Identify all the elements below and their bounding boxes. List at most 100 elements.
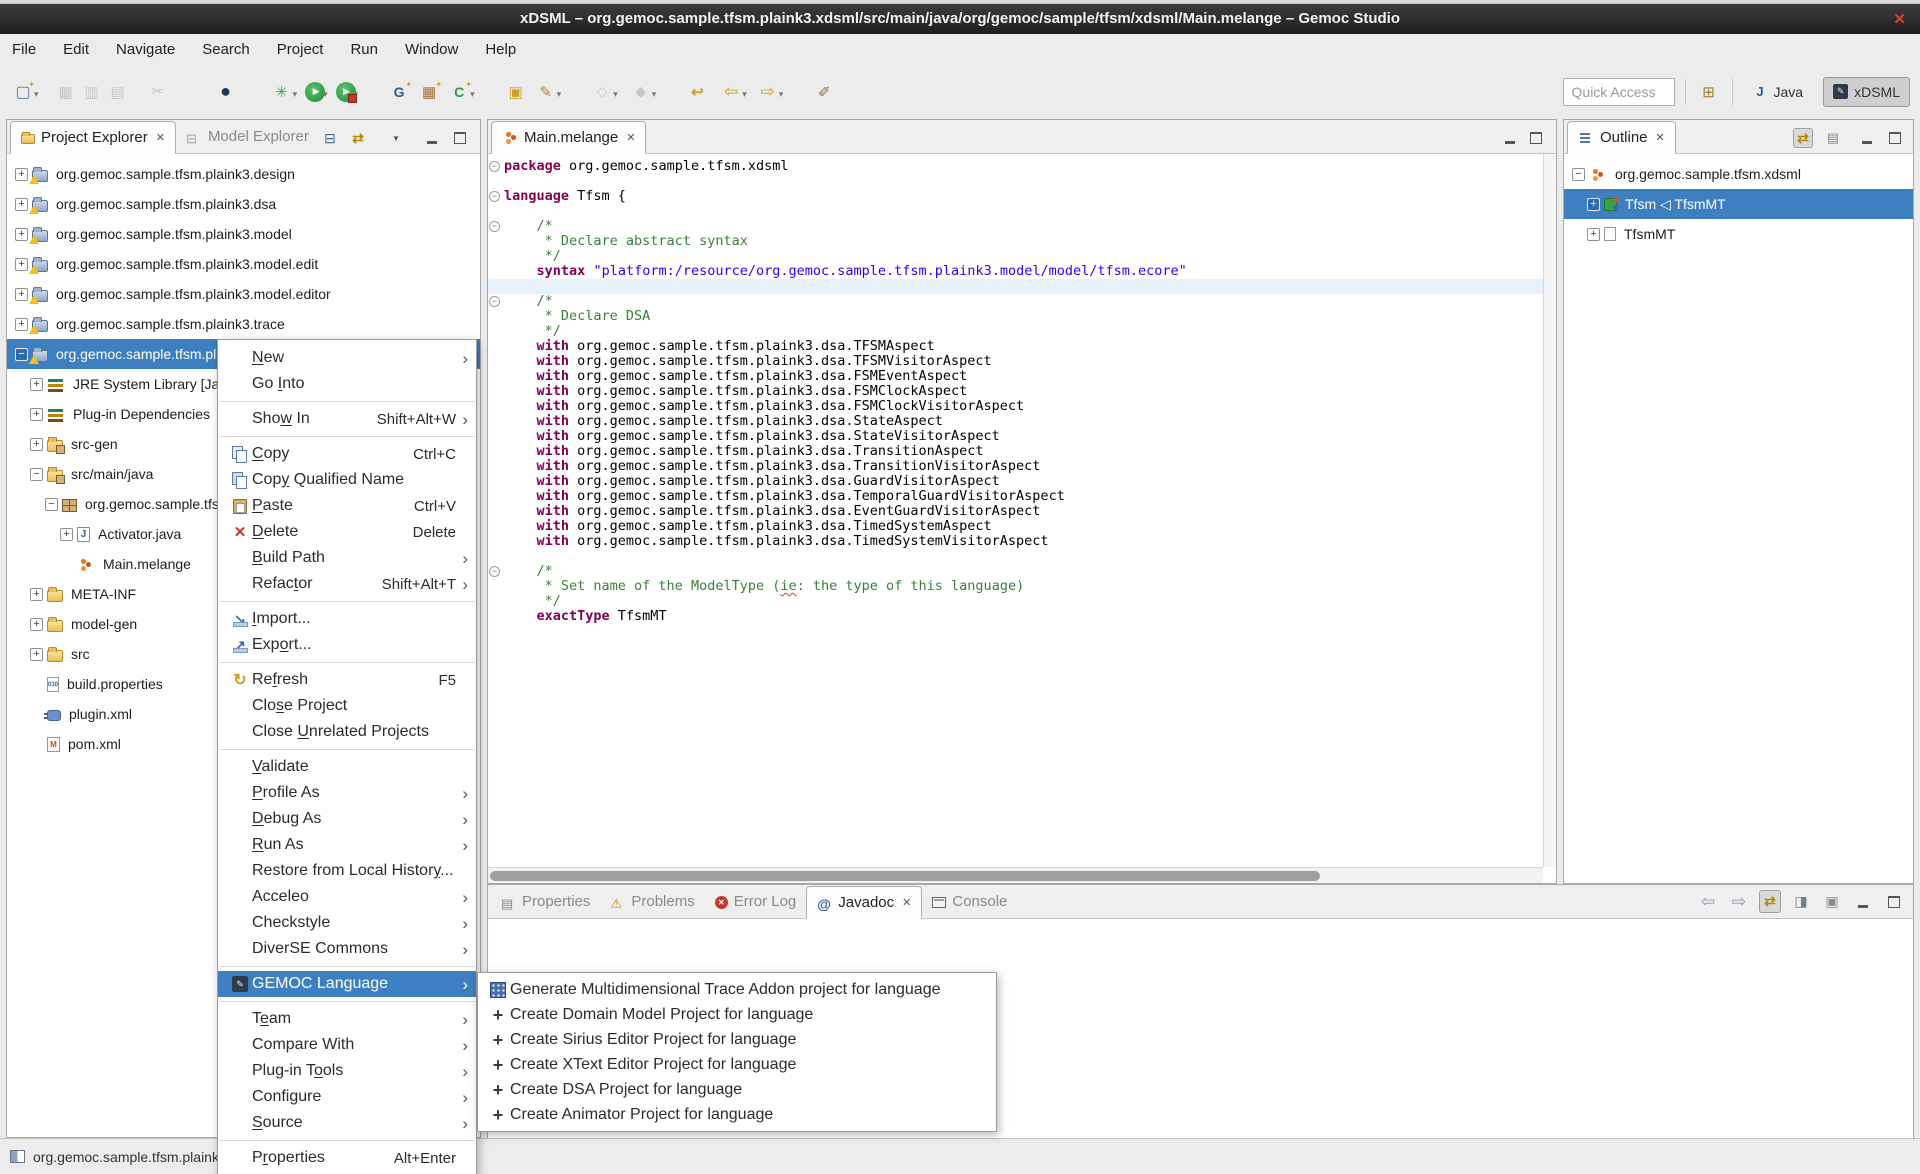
save-all-button[interactable] [79, 80, 105, 104]
new-table-button[interactable] [416, 80, 442, 104]
forward-button[interactable] [755, 80, 781, 104]
submenu-item-create-animator-project-for-language[interactable]: Create Animator Project for language [478, 1102, 996, 1127]
menu-item-restore-from-local-history[interactable]: Restore from Local History... [218, 858, 476, 884]
menu-item-gemoc-language[interactable]: GEMOC Language› [218, 971, 476, 997]
menu-item-copy[interactable]: CopyCtrl+C [218, 441, 476, 467]
editor-horizontal-scrollbar[interactable] [488, 867, 1543, 883]
maximize-icon[interactable] [1885, 128, 1905, 148]
open-task-button[interactable] [503, 80, 529, 104]
tab-error-log[interactable]: Error Log [705, 885, 807, 918]
menu-item-close-project[interactable]: Close Project [218, 693, 476, 719]
menu-edit[interactable]: Edit [63, 41, 89, 58]
pin-editor-button[interactable] [811, 80, 837, 104]
menu-item-run-as[interactable]: Run As› [218, 832, 476, 858]
menu-item-build-path[interactable]: Build Path› [218, 545, 476, 571]
expand-icon[interactable]: + [15, 318, 28, 331]
fold-collapse-icon[interactable]: − [489, 161, 500, 172]
menu-item-refresh[interactable]: RefreshF5 [218, 667, 476, 693]
menu-item-delete[interactable]: DeleteDelete [218, 519, 476, 545]
expand-icon[interactable]: + [1587, 228, 1600, 241]
submenu-item-create-sirius-editor-project-for-language[interactable]: Create Sirius Editor Project for languag… [478, 1027, 996, 1052]
menu-item-properties[interactable]: PropertiesAlt+Enter [218, 1145, 476, 1171]
expand-icon[interactable]: + [30, 408, 43, 421]
submenu-item-create-xtext-editor-project-for-language[interactable]: Create XText Editor Project for language [478, 1052, 996, 1077]
sort-icon[interactable] [1823, 128, 1843, 148]
maximize-icon[interactable] [450, 128, 470, 148]
expand-icon[interactable]: + [30, 588, 43, 601]
perspective-java-button[interactable]: J Java [1743, 77, 1814, 107]
fold-collapse-icon[interactable]: − [489, 296, 500, 307]
menu-item-paste[interactable]: PasteCtrl+V [218, 493, 476, 519]
maximize-icon[interactable] [1526, 128, 1546, 148]
link-with-editor-icon[interactable] [1793, 128, 1813, 148]
link-with-editor-icon[interactable] [348, 128, 368, 148]
close-icon[interactable]: ✕ [156, 131, 165, 144]
menu-item-compare-with[interactable]: Compare With› [218, 1032, 476, 1058]
collapse-icon[interactable]: − [15, 348, 28, 361]
external-tools-button[interactable] [269, 80, 295, 104]
view-menu-icon[interactable] [386, 128, 406, 148]
expand-icon[interactable]: + [15, 228, 28, 241]
close-icon[interactable]: ✕ [902, 896, 911, 909]
project-tree-item-org-gemoc-sample-tfsm-plaink3-model-editor[interactable]: +org.gemoc.sample.tfsm.plaink3.model.edi… [7, 279, 480, 309]
navigate-forward-icon[interactable] [1728, 890, 1750, 913]
menu-navigate[interactable]: Navigate [116, 41, 175, 58]
mark-occurrences-button[interactable] [533, 80, 559, 104]
minimize-icon[interactable] [1500, 128, 1520, 148]
expand-icon[interactable]: + [15, 258, 28, 271]
expand-icon[interactable]: + [30, 648, 43, 661]
tab-console[interactable]: Console [922, 885, 1017, 918]
menu-run[interactable]: Run [350, 41, 378, 58]
tab-outline[interactable]: Outline ✕ [1567, 121, 1676, 154]
maximize-icon[interactable] [1883, 890, 1905, 913]
open-attached-javadoc-icon[interactable] [1790, 890, 1812, 913]
menu-item-plug-in-tools[interactable]: Plug-in Tools› [218, 1058, 476, 1084]
menu-item-new[interactable]: New› [218, 345, 476, 371]
minimize-icon[interactable] [1852, 890, 1874, 913]
new-gemoc-project-button[interactable] [386, 80, 412, 104]
menu-item-checkstyle[interactable]: Checkstyle› [218, 910, 476, 936]
new-class-button[interactable] [446, 80, 472, 104]
horizontal-scrollbar-thumb[interactable] [490, 871, 1320, 881]
expand-icon[interactable]: + [30, 378, 43, 391]
open-perspective-button[interactable] [1696, 80, 1722, 104]
window-titlebar[interactable]: xDSML – org.gemoc.sample.tfsm.plaink3.xd… [0, 4, 1920, 34]
menu-item-copy-qualified-name[interactable]: Copy Qualified Name [218, 467, 476, 493]
print-button[interactable] [105, 80, 131, 104]
menu-help[interactable]: Help [485, 41, 516, 58]
outline-tree-item-tfsm-tfsmmt[interactable]: +Tfsm ◁ TfsmMT [1564, 189, 1913, 219]
previous-annotation-button[interactable] [628, 80, 654, 104]
show-in-external-browser-icon[interactable] [1821, 890, 1843, 913]
project-tree-item-org-gemoc-sample-tfsm-plaink3-model[interactable]: +org.gemoc.sample.tfsm.plaink3.model [7, 219, 480, 249]
gemoc-engine-button[interactable] [213, 80, 239, 104]
run-button[interactable] [305, 82, 325, 102]
minimize-icon[interactable] [422, 128, 442, 148]
link-with-selection-icon[interactable] [1759, 890, 1781, 913]
last-edit-location-button[interactable] [684, 80, 710, 104]
submenu-item-generate-multidimensional-trace-addon-project-for-language[interactable]: Generate Multidimensional Trace Addon pr… [478, 977, 996, 1002]
menu-item-refactor[interactable]: RefactorShift+Alt+T› [218, 571, 476, 597]
tab-problems[interactable]: Problems [600, 885, 704, 918]
menu-item-export[interactable]: Export... [218, 632, 476, 658]
submenu-item-create-domain-model-project-for-language[interactable]: Create Domain Model Project for language [478, 1002, 996, 1027]
minimize-icon[interactable] [1857, 128, 1877, 148]
project-tree-item-org-gemoc-sample-tfsm-plaink3-model-edit[interactable]: +org.gemoc.sample.tfsm.plaink3.model.edi… [7, 249, 480, 279]
tab-main-melange[interactable]: Main.melange ✕ [491, 121, 646, 154]
collapse-all-icon[interactable] [320, 128, 340, 148]
menu-window[interactable]: Window [405, 41, 458, 58]
menu-item-source[interactable]: Source› [218, 1110, 476, 1136]
expand-icon[interactable]: + [15, 168, 28, 181]
expand-icon[interactable]: + [15, 288, 28, 301]
project-tree-item-org-gemoc-sample-tfsm-plaink3-design[interactable]: +org.gemoc.sample.tfsm.plaink3.design [7, 159, 480, 189]
menu-project[interactable]: Project [277, 41, 324, 58]
outline-tree-item-org-gemoc-sample-tfsm-xdsml[interactable]: −org.gemoc.sample.tfsm.xdsml [1564, 159, 1913, 189]
expand-icon[interactable]: + [30, 438, 43, 451]
menu-file[interactable]: File [12, 41, 36, 58]
collapse-icon[interactable]: − [45, 498, 58, 511]
new-wizard-button[interactable] [10, 80, 36, 104]
menu-item-validate[interactable]: Validate [218, 754, 476, 780]
tab-model-explorer[interactable]: Model Explorer [176, 120, 319, 153]
tab-project-explorer[interactable]: Project Explorer ✕ [10, 121, 176, 154]
expand-icon[interactable]: + [15, 198, 28, 211]
project-tree-item-org-gemoc-sample-tfsm-plaink3-dsa[interactable]: +org.gemoc.sample.tfsm.plaink3.dsa [7, 189, 480, 219]
